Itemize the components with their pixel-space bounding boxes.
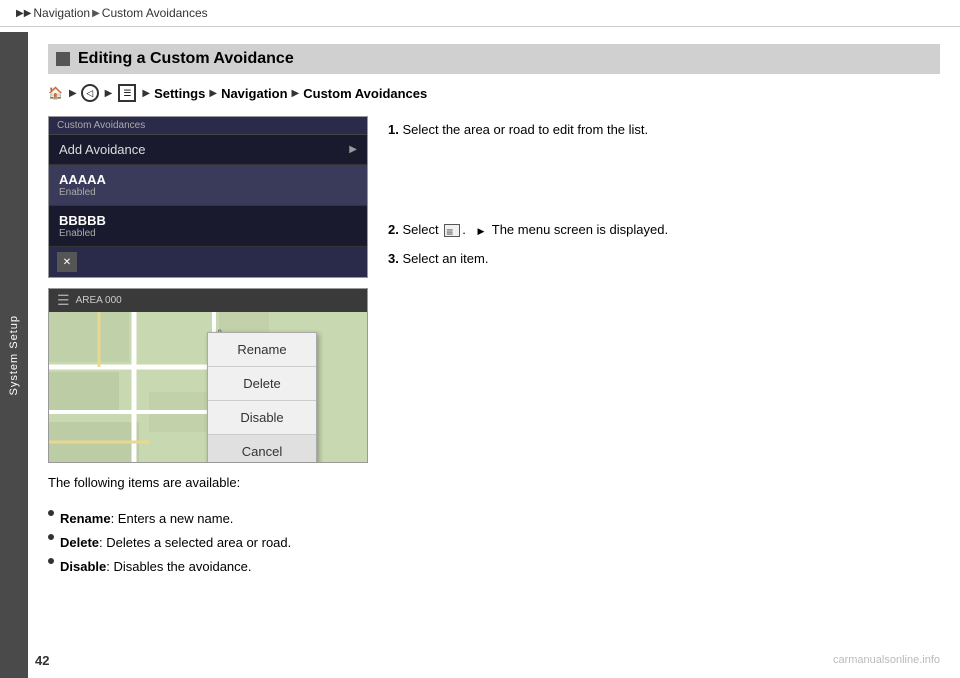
popup-menu: Rename Delete Disable Cancel — [207, 332, 317, 463]
bullet-disable-text: Disable: Disables the avoidance. — [60, 556, 252, 578]
path-custom: Custom Avoidances — [303, 86, 427, 101]
step-2: 2. Select . The menu screen is displayed… — [388, 220, 940, 240]
step-3-text: Select an item. — [402, 251, 488, 266]
map-area-label: AREA 000 — [76, 295, 122, 306]
inline-menu-reference-icon — [444, 224, 460, 237]
bullet-dot-disable — [48, 558, 54, 564]
menu-icon: ☰ — [118, 84, 136, 102]
popup-rename[interactable]: Rename — [208, 333, 316, 367]
step-3-num: 3. — [388, 251, 399, 266]
step-1-num: 1. — [388, 122, 399, 137]
step-1: 1. Select the area or road to edit from … — [388, 120, 940, 140]
step-2-text: Select — [402, 222, 442, 237]
screen-mockup-map: ☰ AREA 000 — [48, 288, 368, 463]
map-header: ☰ AREA 000 — [49, 289, 367, 312]
popup-disable[interactable]: Disable — [208, 401, 316, 435]
section-heading: Editing a Custom Avoidance — [48, 44, 940, 74]
item-bbbbb-name: BBBBB — [59, 213, 106, 228]
two-column-layout: Custom Avoidances Add Avoidance ▶ AAAAA … — [48, 116, 940, 580]
bullet-dot-delete — [48, 534, 54, 540]
item-aaaaa-status: Enabled — [59, 187, 106, 198]
sidebar: System Setup — [0, 32, 28, 678]
main-content: Editing a Custom Avoidance 🏠 ▶ ◁ ▶ ☰ ▶ S… — [28, 32, 960, 678]
bullet-delete-text: Delete: Deletes a selected area or road. — [60, 532, 291, 554]
delete-icon[interactable]: ✕ — [57, 252, 77, 272]
left-column: Custom Avoidances Add Avoidance ▶ AAAAA … — [48, 116, 368, 580]
bullet-delete: Delete: Deletes a selected area or road. — [48, 532, 368, 554]
add-arrow-icon: ▶ — [349, 144, 357, 155]
watermark: carmanualsonline.info — [833, 654, 940, 666]
breadcrumb-arrow1: ▶ — [92, 8, 100, 19]
path-arrow-2: ▶ — [142, 88, 150, 99]
map-menu-icon[interactable]: ☰ — [57, 292, 70, 309]
path-arrow-1: ▶ — [105, 88, 113, 99]
breadcrumb-arrows: ▶▶ — [16, 8, 31, 19]
path-settings: Settings — [154, 86, 205, 101]
breadcrumb-bar: ▶▶ Navigation ▶ Custom Avoidances — [0, 0, 960, 27]
item-aaaaa-name: AAAAA — [59, 172, 106, 187]
screen-item-aaaaa[interactable]: AAAAA Enabled — [49, 165, 367, 206]
bullet-dot-rename — [48, 510, 54, 516]
step-2-arrow: The menu screen is displayed. — [477, 220, 668, 240]
bullet-disable: Disable: Disables the avoidance. — [48, 556, 368, 578]
bullet-list: Rename: Enters a new name. Delete: Delet… — [48, 508, 368, 578]
right-column: 1. Select the area or road to edit from … — [388, 116, 940, 580]
item-bbbbb-status: Enabled — [59, 228, 106, 239]
path-line: 🏠 ▶ ◁ ▶ ☰ ▶ Settings ▶ Navigation ▶ Cust… — [48, 84, 940, 102]
below-screens-text: The following items are available: — [48, 473, 368, 494]
popup-cancel[interactable]: Cancel — [208, 435, 316, 463]
screen-item-bbbbb[interactable]: BBBBB Enabled — [49, 206, 367, 247]
path-arrow-4: ▶ — [292, 88, 300, 99]
screen-bottom-bar: ✕ — [49, 247, 367, 277]
sidebar-label: System Setup — [8, 315, 20, 395]
bullet-rename: Rename: Enters a new name. — [48, 508, 368, 530]
back-icon: ◁ — [81, 84, 99, 102]
step-2-num: 2. — [388, 222, 399, 237]
step-1-text: Select the area or road to edit from the… — [402, 122, 648, 137]
path-arrow-0: ▶ — [69, 88, 77, 99]
add-avoidance-label: Add Avoidance — [59, 142, 146, 157]
popup-delete[interactable]: Delete — [208, 367, 316, 401]
step-2b-text: The menu screen is displayed. — [492, 222, 668, 237]
map-background: E-23 N-12 Rename Delete Disable Cancel — [49, 312, 367, 463]
path-navigation: Navigation — [221, 86, 287, 101]
item-aaaaa-container: AAAAA Enabled — [59, 172, 106, 198]
step-3: 3. Select an item. — [388, 249, 940, 269]
home-icon: 🏠 — [48, 86, 63, 100]
bullet-intro: The following items are available: — [48, 475, 240, 490]
bullet-rename-text: Rename: Enters a new name. — [60, 508, 233, 530]
path-arrow-3: ▶ — [209, 88, 217, 99]
screen-mockup-list: Custom Avoidances Add Avoidance ▶ AAAAA … — [48, 116, 368, 278]
section-title: Editing a Custom Avoidance — [78, 50, 294, 68]
heading-square-icon — [56, 52, 70, 66]
breadcrumb-nav: Navigation — [33, 6, 90, 20]
screen-add-avoidance[interactable]: Add Avoidance ▶ — [49, 135, 367, 165]
item-bbbbb-container: BBBBB Enabled — [59, 213, 106, 239]
breadcrumb-custom: Custom Avoidances — [102, 6, 208, 20]
screen-title: Custom Avoidances — [49, 117, 367, 135]
